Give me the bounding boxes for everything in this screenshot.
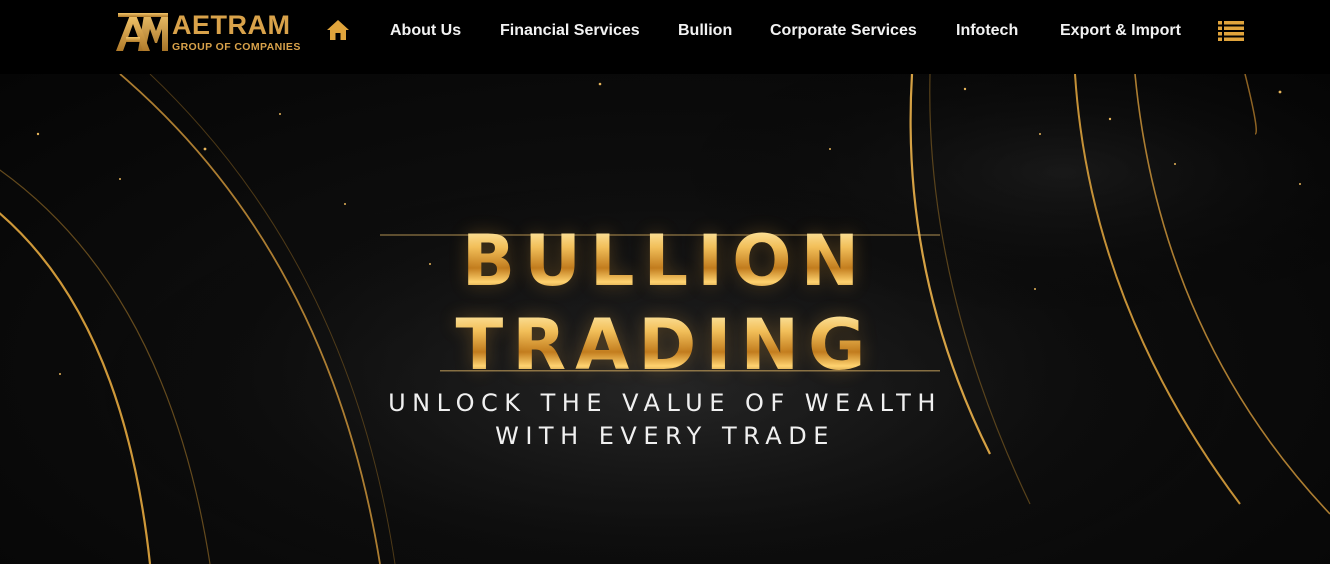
hero-title-line-2: TRADING [0, 310, 1330, 380]
hero-subtitle-line-1: UNLOCK THE VALUE OF WEALTH [388, 389, 942, 417]
home-icon[interactable] [326, 19, 350, 41]
brand-logo[interactable]: AETRAM GROUP OF COMPANIES [114, 10, 301, 54]
nav-corporate-services[interactable]: Corporate Services [770, 19, 917, 43]
nav-infotech[interactable]: Infotech [956, 19, 1018, 43]
site-header: AETRAM GROUP OF COMPANIES About Us Finan… [0, 0, 1330, 74]
aetram-logo-mark-icon [116, 13, 168, 51]
nav-export-import[interactable]: Export & Import [1060, 19, 1181, 43]
hero-banner: BULLION TRADING UNLOCK THE VALUE OF WEAL… [0, 74, 1330, 564]
page: AETRAM GROUP OF COMPANIES About Us Finan… [0, 0, 1330, 564]
brand-tagline: GROUP OF COMPANIES [172, 40, 301, 53]
list-menu-icon[interactable] [1218, 20, 1244, 42]
nav-financial-services[interactable]: Financial Services [500, 19, 640, 43]
nav-bullion[interactable]: Bullion [678, 19, 732, 43]
brand-name: AETRAM [172, 9, 291, 40]
hero-title-line-1: BULLION [0, 226, 1330, 296]
hero-subtitle-line-2: WITH EVERY TRADE [495, 422, 835, 450]
brand-text: AETRAM GROUP OF COMPANIES [172, 9, 301, 53]
nav-about-us[interactable]: About Us [390, 19, 461, 43]
